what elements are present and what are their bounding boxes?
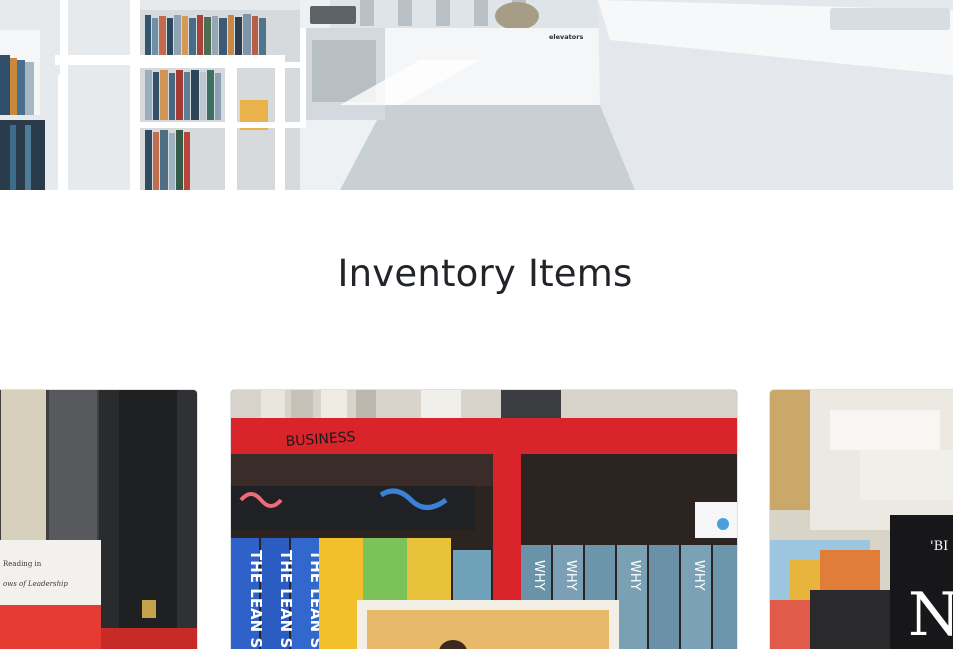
spine-why-1: WHY [531, 560, 546, 591]
inventory-card-3[interactable]: 'BI N [769, 389, 953, 649]
inventory-card-1-image: Reading in ows of Leadership [0, 390, 197, 649]
inventory-card-3-image: 'BI N [770, 390, 953, 649]
svg-text:N: N [908, 580, 953, 649]
inventory-card-2-image: BUSINESS THE LEAN S THE LEAN S THE LEAN … [231, 390, 737, 649]
spine-why-2: WHY [563, 560, 578, 591]
card-3-cover-text: 'BI [930, 539, 948, 554]
spine-text-1: THE LEAN S [247, 550, 265, 648]
card-1-cover-line-2: ows of Leadership [3, 580, 68, 588]
inventory-card-2[interactable]: BUSINESS THE LEAN S THE LEAN S THE LEAN … [230, 389, 738, 649]
spine-why-3: WHY [627, 560, 642, 591]
hero-banner-image: elevators [0, 0, 953, 190]
elevator-sign: elevators [549, 33, 583, 41]
inventory-carousel: Reading in ows of Leadership BUSINESS TH… [0, 389, 953, 649]
card-1-cover-line-1: Reading in [3, 560, 42, 568]
spine-why-4: WHY [691, 560, 706, 591]
inventory-card-1[interactable]: Reading in ows of Leadership [0, 389, 198, 649]
spine-text-2: THE LEAN S [277, 550, 295, 648]
inventory-section-title: Inventory Items [337, 252, 633, 295]
